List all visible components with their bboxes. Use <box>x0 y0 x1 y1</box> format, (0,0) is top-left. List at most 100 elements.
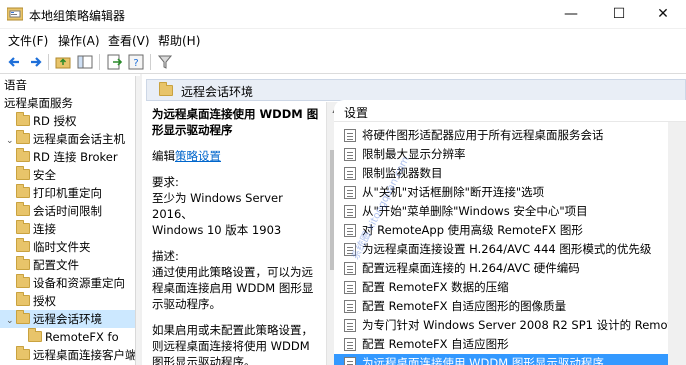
tree-item[interactable]: RD 连接 Broker <box>0 148 135 166</box>
folder-icon <box>16 130 30 144</box>
tree-item[interactable]: 打印机重定向 <box>0 184 135 202</box>
requirements-line: Windows 10 版本 1903 <box>152 223 282 237</box>
policy-setting-icon <box>344 148 356 161</box>
policy-row-label: 配置 RemoteFX 自适应图形 <box>362 337 509 351</box>
policy-row-label: 配置 RemoteFX 数据的压缩 <box>362 280 509 294</box>
tree-item-label: 授权 <box>33 294 56 308</box>
policy-row[interactable]: 限制最大显示分辨率 <box>334 145 674 164</box>
up-folder-icon[interactable] <box>53 52 73 72</box>
menu-bar: 文件(F) 操作(A) 查看(V) 帮助(H) <box>0 29 686 50</box>
tree-item-label: RemoteFX fo <box>45 330 119 344</box>
svg-text:?: ? <box>133 58 138 69</box>
tree-item-label: 远程桌面会话主机 <box>33 132 125 146</box>
policy-row[interactable]: 配置 RemoteFX 自适应图形 <box>334 335 674 354</box>
tree-item-label: 打印机重定向 <box>33 186 102 200</box>
menu-help[interactable]: 帮助(H) <box>158 32 200 49</box>
tree-item[interactable]: 远程桌面连接客户端 <box>0 346 136 364</box>
path-header-title: 远程会话环境 <box>181 85 254 99</box>
folder-icon <box>16 184 30 198</box>
menu-view[interactable]: 查看(V) <box>108 32 150 49</box>
policy-settings-link[interactable]: 策略设置 <box>175 149 221 163</box>
menu-action[interactable]: 操作(A) <box>58 32 100 49</box>
tree-item[interactable]: 授权 <box>0 292 135 310</box>
policy-row[interactable]: 为远程桌面连接设置 H.264/AVC 444 图形模式的优先级 <box>334 240 674 259</box>
path-header: 远程会话环境 <box>146 79 686 101</box>
tree-item[interactable]: 连接 <box>0 220 135 238</box>
policy-setting-icon <box>344 167 356 180</box>
tree-item[interactable]: 配置文件 <box>0 256 135 274</box>
policy-row-label: 从"开始"菜单删除"Windows 安全中心"项目 <box>362 204 588 218</box>
edit-prefix: 编辑 <box>152 149 175 163</box>
policy-row-label: 为远程桌面连接设置 H.264/AVC 444 图形模式的优先级 <box>362 242 652 256</box>
policy-row-label: 对 RemoteApp 使用高级 RemoteFX 图形 <box>362 223 583 237</box>
filter-icon[interactable] <box>155 52 175 72</box>
description-block: 描述: 通过使用此策略设置，可以为远程桌面连接启用 WDDM 图形显示驱动程序。 <box>152 248 320 312</box>
policy-setting-icon <box>344 129 356 142</box>
help-icon[interactable]: ? <box>126 52 146 72</box>
policy-setting-icon <box>344 224 356 237</box>
tree-item[interactable]: ⌄ 远程桌面会话主机 <box>0 130 135 148</box>
tree-item[interactable]: ⌄ 远程会话环境 <box>0 310 135 328</box>
requirements-block: 要求: 至少为 Windows Server 2016、 Windows 10 … <box>152 174 320 238</box>
list-header-label: 设置 <box>344 106 369 120</box>
tree-item[interactable]: RemoteFX fo <box>0 328 135 346</box>
properties-icon[interactable] <box>104 52 124 72</box>
policy-row[interactable]: 配置 RemoteFX 自适应图形的图像质量 <box>334 297 674 316</box>
description-text-2: 如果启用或未配置此策略设置，则远程桌面连接将使用 WDDM 图形显示驱动程序。 <box>152 323 313 365</box>
folder-icon <box>16 274 30 288</box>
policy-row-label: 配置 RemoteFX 自适应图形的图像质量 <box>362 299 567 313</box>
tree-item-label: 设备和资源重定向 <box>33 276 125 290</box>
folder-icon <box>16 292 30 306</box>
edit-line: 编辑策略设置 <box>152 148 320 164</box>
tree-item-label: 会话时间限制 <box>33 204 102 218</box>
tree-item[interactable]: RD 授权 <box>0 112 135 130</box>
tree-item-label: 安全 <box>33 168 56 182</box>
folder-icon <box>16 220 30 234</box>
requirements-line: 至少为 Windows Server 2016、 <box>152 191 283 221</box>
tree-item[interactable]: 临时文件夹 <box>0 238 135 256</box>
tree-item[interactable]: 语音 <box>0 76 135 94</box>
policy-row[interactable]: 为远程桌面连接使用 WDDM 图形显示驱动程序 <box>334 354 674 365</box>
toolbar-separator <box>150 54 151 70</box>
policy-row[interactable]: 为专门针对 Windows Server 2008 R2 SP1 设计的 Rem… <box>334 316 683 335</box>
policy-row[interactable]: 将硬件图形适配器应用于所有远程桌面服务会话 <box>334 126 674 145</box>
tree-item-label: 远程桌面服务 <box>4 96 73 110</box>
description-pane: 为远程桌面连接使用 WDDM 图形显示驱动程序 编辑策略设置 要求: 至少为 W… <box>146 102 326 365</box>
toolbar-separator <box>48 54 49 70</box>
close-button[interactable]: ✕ <box>640 0 686 29</box>
tree-pane[interactable]: 语音远程桌面服务 RD 授权 ⌄ 远程桌面会话主机 RD 连接 Broker 安全打印机重… <box>0 76 136 365</box>
forward-arrow-icon[interactable] <box>25 52 45 72</box>
back-arrow-icon[interactable] <box>5 52 25 72</box>
tree-item[interactable]: 会话时间限制 <box>0 202 135 220</box>
list-scrollbar[interactable] <box>668 122 686 365</box>
tree-item-label: 配置文件 <box>33 258 79 272</box>
window-title: 本地组策略编辑器 <box>29 9 126 23</box>
show-hide-tree-icon[interactable] <box>75 52 95 72</box>
tree-item[interactable]: 设备和资源重定向 <box>0 274 135 292</box>
policy-setting-icon <box>344 205 356 218</box>
folder-icon <box>16 346 30 360</box>
folder-icon <box>16 148 30 162</box>
toolbar: ? <box>0 50 686 74</box>
list-header[interactable]: 设置 <box>334 100 686 122</box>
settings-list: 设置 将硬件图形适配器应用于所有远程桌面服务会话 限制最大显示分辨率 限制监视器数目… <box>334 100 686 365</box>
menu-file[interactable]: 文件(F) <box>8 32 48 49</box>
policy-setting-icon <box>344 186 356 199</box>
policy-row[interactable]: 配置远程桌面连接的 H.264/AVC 硬件编码 <box>334 259 674 278</box>
tree-item[interactable]: 远程桌面服务 <box>0 94 135 112</box>
pane-splitter[interactable] <box>140 74 142 365</box>
policy-setting-icon <box>344 281 356 294</box>
folder-icon <box>28 328 42 342</box>
minimize-button[interactable]: — <box>548 0 594 29</box>
folder-icon <box>16 112 30 126</box>
policy-row-label: 为远程桌面连接使用 WDDM 图形显示驱动程序 <box>362 356 604 365</box>
tree-item-label: 临时文件夹 <box>33 240 91 254</box>
policy-row[interactable]: 配置 RemoteFX 数据的压缩 <box>334 278 674 297</box>
policy-row[interactable]: 对 RemoteApp 使用高级 RemoteFX 图形 <box>334 221 674 240</box>
folder-icon <box>16 238 30 252</box>
policy-row-label: 将硬件图形适配器应用于所有远程桌面服务会话 <box>362 128 604 142</box>
tree-item-label: 远程桌面连接客户端 <box>33 348 136 362</box>
tree-item[interactable]: 安全 <box>0 166 135 184</box>
maximize-button[interactable]: ☐ <box>596 0 642 29</box>
tree-item-label: RD 授权 <box>33 114 77 128</box>
